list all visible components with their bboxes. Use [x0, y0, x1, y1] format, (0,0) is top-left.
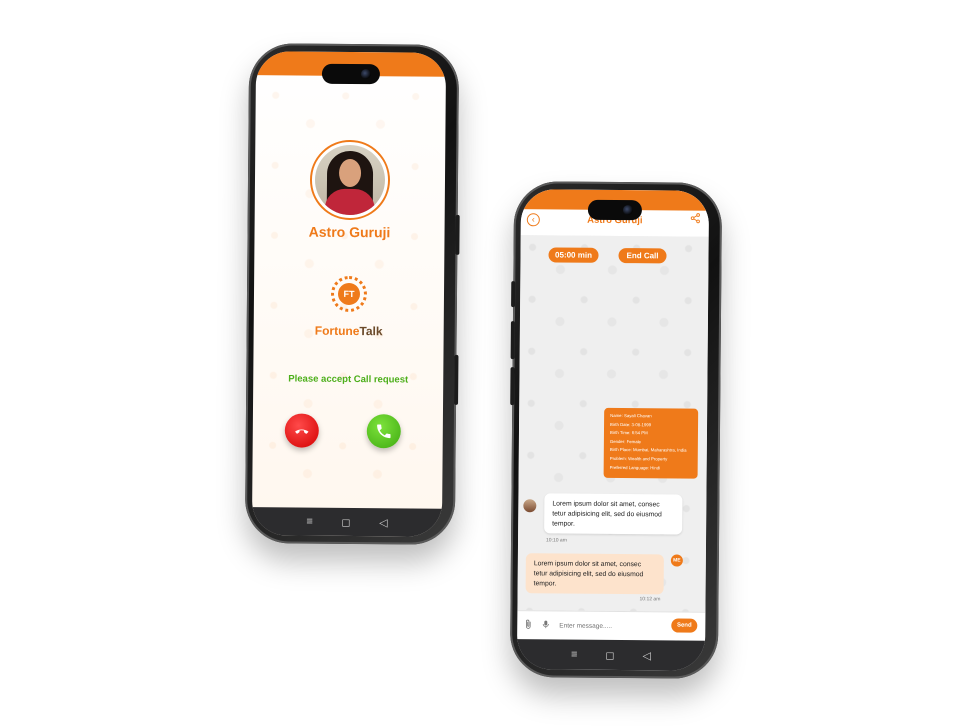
send-button[interactable]: Send [671, 618, 698, 633]
user-details-card: Name: Sayali Chavan Birth Date: 3-08-199… [603, 407, 699, 479]
caller-name: Astro Guruji [308, 223, 391, 241]
paperclip-icon[interactable] [523, 618, 533, 633]
side-button [454, 354, 459, 405]
microphone-icon[interactable] [541, 618, 550, 633]
decline-call-button[interactable] [284, 413, 319, 448]
message-timestamp: 10:10 am [546, 537, 567, 544]
message-timestamp: 10:12 am [639, 596, 661, 603]
volume-up-button [510, 321, 515, 360]
dynamic-island [321, 63, 381, 85]
android-nav-bar: ≡ ◻ ◁ [251, 507, 443, 537]
dynamic-island [587, 199, 643, 221]
message-composer: Send [517, 610, 706, 641]
incoming-call-phone: Astro Guruji FT FortuneTalk Please accep… [244, 43, 460, 545]
me-badge: ME [670, 554, 683, 567]
caller-avatar [309, 139, 391, 221]
camera-icon [360, 69, 371, 80]
end-call-button[interactable]: End Call [618, 248, 667, 264]
call-status-message: Please accept Call request [288, 373, 409, 386]
phone-icon [377, 424, 391, 439]
home-nav-button[interactable]: ◻ [341, 515, 350, 528]
incoming-message: Lorem ipsum dolor sit amet, consec tetur… [544, 493, 683, 535]
home-nav-button[interactable]: ◻ [605, 648, 614, 661]
incoming-call-screen: Astro Guruji FT FortuneTalk Please accep… [251, 51, 447, 537]
fortunetalk-logo: FT [330, 275, 368, 313]
detail-language: Preferred Language: Hindi [609, 464, 661, 470]
phone-hangup-icon [295, 429, 309, 434]
volume-down-button [510, 367, 515, 406]
menu-nav-button[interactable]: ≡ [306, 516, 313, 528]
accept-call-button[interactable] [366, 414, 401, 449]
message-input[interactable] [557, 617, 662, 636]
avatar-photo [314, 144, 386, 216]
astrologer-avatar [523, 499, 537, 513]
share-icon[interactable] [690, 213, 701, 227]
brand-name: FortuneTalk [254, 323, 444, 339]
mute-switch [511, 281, 516, 308]
brand-part1: Fortune [314, 323, 360, 339]
camera-icon [622, 205, 633, 216]
detail-problem: Problem: Wealth and Property [609, 455, 668, 462]
call-timer: 05:00 min [548, 247, 599, 263]
chat-phone: ‹ Astro Guruji 05:00 min End Call Name: … [509, 181, 723, 679]
chat-screen: ‹ Astro Guruji 05:00 min End Call Name: … [516, 189, 710, 671]
back-nav-button[interactable]: ◁ [379, 516, 388, 529]
power-button [455, 214, 460, 255]
detail-name: Name: Sayali Chavan [610, 412, 652, 419]
android-nav-bar: ≡ ◻ ◁ [516, 639, 706, 671]
menu-nav-button[interactable]: ≡ [571, 649, 578, 661]
back-nav-button[interactable]: ◁ [642, 649, 651, 662]
outgoing-message: Lorem ipsum dolor sit amet, consec tetur… [525, 553, 664, 595]
logo-initials: FT [337, 282, 361, 306]
brand-part2: Talk [359, 324, 383, 339]
mockup-stage: Astro Guruji FT FortuneTalk Please accep… [0, 0, 968, 726]
